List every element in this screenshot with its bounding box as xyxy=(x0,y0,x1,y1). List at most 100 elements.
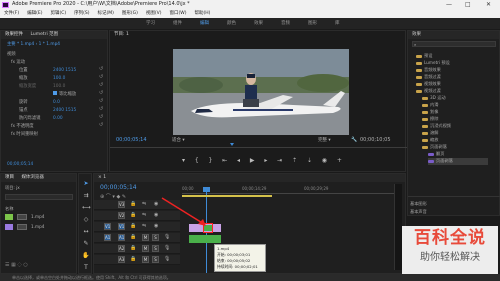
lock-icon[interactable]: 🔒 xyxy=(130,201,136,207)
position-value[interactable]: 2400 1515 xyxy=(53,67,76,74)
track-label[interactable]: A1 xyxy=(118,234,125,241)
track-label[interactable]: A3 xyxy=(118,256,125,263)
project-item-name[interactable]: 1.mp4 xyxy=(31,224,44,229)
timeline-sequence-name[interactable]: 1 xyxy=(103,175,106,180)
mute-button[interactable]: M xyxy=(142,256,149,263)
effects-tree-item[interactable]: 视频效果 xyxy=(416,81,441,88)
effects-tree-item[interactable]: 翻页 xyxy=(428,151,444,158)
track-label[interactable]: V2 xyxy=(118,212,125,219)
effects-tree-item[interactable]: 溶解 xyxy=(422,130,438,137)
fit-dropdown[interactable]: 适合 ▾ xyxy=(172,137,185,143)
lift-icon[interactable]: ⇡ xyxy=(292,157,297,167)
project-item-name[interactable]: 1.mp4 xyxy=(31,214,44,219)
mic-icon[interactable]: 🎙 xyxy=(164,256,170,262)
razor-tool-icon[interactable]: ◇ xyxy=(82,216,90,224)
go-to-out-icon[interactable]: ⇥ xyxy=(277,157,282,167)
program-monitor-tab[interactable]: 节目: 1 xyxy=(110,31,405,39)
time-ruler[interactable] xyxy=(182,193,402,194)
go-to-in-icon[interactable]: ⇤ xyxy=(222,157,227,167)
lock-icon[interactable]: 🔒 xyxy=(130,234,136,240)
type-tool-icon[interactable]: T xyxy=(82,264,90,272)
workspace-effects[interactable]: 效果 xyxy=(254,18,263,29)
workspace-libraries[interactable]: 库 xyxy=(335,18,340,29)
lock-icon[interactable]: 🔒 xyxy=(130,223,136,229)
project-search-input[interactable] xyxy=(5,194,73,200)
extract-icon[interactable]: ⇣ xyxy=(307,157,312,167)
list-view-icon[interactable]: ☰ ▦ ◌ ○ xyxy=(5,262,28,268)
menu-view[interactable]: 视图(V) xyxy=(146,9,162,18)
selection-tool-icon[interactable]: ➤ xyxy=(82,180,90,188)
anti-flicker-value[interactable]: 0.00 xyxy=(53,115,63,122)
export-frame-icon[interactable]: ◉ xyxy=(322,157,327,167)
timeline-tools-icons[interactable]: ⊕ ⌒ ▾ ◆ ✎ xyxy=(100,193,126,200)
slip-tool-icon[interactable]: ↔ xyxy=(82,228,90,236)
quality-dropdown[interactable]: 完整 ▾ xyxy=(318,137,331,143)
scale-value[interactable]: 100.0 xyxy=(53,75,65,82)
pen-tool-icon[interactable]: ✎ xyxy=(82,240,90,248)
track-label[interactable]: V3 xyxy=(118,201,125,208)
menu-help[interactable]: 帮助(H) xyxy=(194,9,210,18)
mute-button[interactable]: M xyxy=(142,245,149,252)
mark-in-icon[interactable]: ▾ xyxy=(182,157,185,167)
effects-search-input[interactable]: ⌕ xyxy=(412,41,496,47)
workspace-audio[interactable]: 音频 xyxy=(281,18,290,29)
mark-out-bracket-icon[interactable]: } xyxy=(209,157,213,167)
play-icon[interactable]: ▶ xyxy=(250,157,255,167)
audio-clip[interactable] xyxy=(189,235,221,243)
uniform-scale-checkbox[interactable] xyxy=(53,91,57,95)
menu-file[interactable]: 文件(F) xyxy=(4,9,19,18)
workspace-learn[interactable]: 学习 xyxy=(146,18,155,29)
ec-row-label[interactable]: fx 时间重映射 xyxy=(11,132,38,137)
track-label[interactable]: V1 xyxy=(118,223,125,230)
workspace-color[interactable]: 颜色 xyxy=(227,18,236,29)
effects-tree-item[interactable]: 音频效果 xyxy=(416,67,441,74)
effects-tree-item[interactable]: Lumetri 预设 xyxy=(416,60,450,67)
tab-project[interactable]: 项目 xyxy=(5,175,14,180)
tab-effect-controls[interactable]: 效果控件 xyxy=(5,32,23,37)
effects-tree-item[interactable]: 划像 xyxy=(422,109,438,116)
add-button-icon[interactable]: + xyxy=(337,157,342,167)
close-button[interactable]: ✕ xyxy=(486,0,491,9)
essential-graphics-tab[interactable]: 基本图形 xyxy=(410,201,427,208)
workspace-editing[interactable]: 编辑 xyxy=(200,18,209,29)
effects-tab[interactable]: 效果 xyxy=(408,31,499,39)
track-select-tool-icon[interactable]: ⇉ xyxy=(82,192,90,200)
solo-button[interactable]: S xyxy=(152,234,159,241)
anchor-value[interactable]: 2400 1515 xyxy=(53,107,76,114)
rotation-value[interactable]: 0.0 xyxy=(53,99,60,106)
tab-lumetri-scopes[interactable]: Lumetri 范围 xyxy=(30,32,58,37)
mic-icon[interactable]: 🎙 xyxy=(164,245,170,251)
source-a1-toggle[interactable]: A1 xyxy=(104,234,111,241)
menu-window[interactable]: 窗口(W) xyxy=(170,9,187,18)
menu-sequence[interactable]: 序列(S) xyxy=(74,9,89,18)
monitor-scrubber[interactable] xyxy=(110,147,407,148)
sync-icon[interactable]: ⇋ xyxy=(142,223,146,229)
wrench-icon[interactable]: 🔧 xyxy=(351,137,357,143)
lock-icon[interactable]: 🔒 xyxy=(130,256,136,262)
effects-tree-item[interactable]: 页面剥落 xyxy=(422,144,447,151)
effects-tree-item[interactable]: 沉浸式视频 xyxy=(422,123,451,130)
effects-tree-item-selected[interactable]: 页面剥落 xyxy=(428,158,488,165)
essential-sound-tab[interactable]: 基本声音 xyxy=(410,209,427,216)
menu-marker[interactable]: 标记(M) xyxy=(98,9,114,18)
effects-tree-item[interactable]: 预设 xyxy=(416,53,432,60)
ripple-edit-tool-icon[interactable]: ⟷ xyxy=(82,204,91,212)
step-forward-icon[interactable]: ▸ xyxy=(264,157,267,167)
track-label[interactable]: A2 xyxy=(118,245,125,252)
menu-edit[interactable]: 编辑(E) xyxy=(27,9,42,18)
maximize-button[interactable]: □ xyxy=(465,0,471,9)
effects-tree-item[interactable]: 擦除 xyxy=(422,116,438,123)
ec-row-label[interactable]: fx 不透明度 xyxy=(11,124,34,129)
minimize-button[interactable]: — xyxy=(446,0,452,9)
lock-icon[interactable]: 🔒 xyxy=(130,245,136,251)
tab-media-browser[interactable]: 媒体浏览器 xyxy=(21,175,44,180)
effects-tree-item[interactable]: 视频过渡 xyxy=(416,88,441,95)
solo-button[interactable]: S xyxy=(152,245,159,252)
timeline-timecode[interactable]: 00;00;05;14 xyxy=(100,184,137,191)
step-back-icon[interactable]: ◂ xyxy=(237,157,240,167)
ec-timecode[interactable]: 00;00;05;14 xyxy=(1,161,107,168)
mic-icon[interactable]: 🎙 xyxy=(164,234,170,240)
mark-in-bracket-icon[interactable]: { xyxy=(195,157,199,167)
workspace-graphics[interactable]: 图形 xyxy=(308,18,317,29)
workspace-assembly[interactable]: 组件 xyxy=(173,18,182,29)
